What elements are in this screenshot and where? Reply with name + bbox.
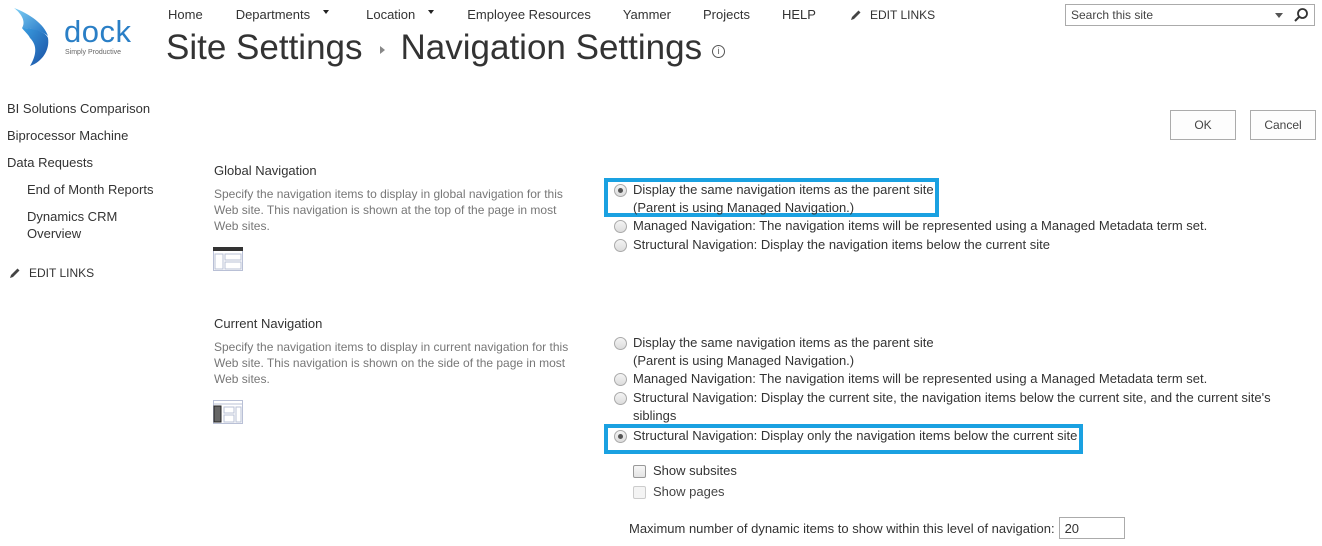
global-navigation-description: Specify the navigation items to display … [214,187,563,233]
dropdown-caret-icon[interactable] [428,9,435,14]
current-navigation-layout-icon [213,400,243,424]
leftnav-item-bi-solutions-comparison[interactable]: BI Solutions Comparison [7,100,153,127]
current-navigation-section-info: Current Navigation Specify the navigatio… [213,316,569,429]
current-navigation-description: Specify the navigation items to display … [214,340,569,386]
topnav-item-departments[interactable]: Departments [235,7,330,22]
breadcrumb-site-settings-link[interactable]: Site Settings [166,28,363,68]
topnav-item-employee-resources[interactable]: Employee Resources [467,7,591,22]
current-option-structural-below-only[interactable]: Structural Navigation: Display only the … [614,427,1077,445]
leftnav-item-biprocessor-machine[interactable]: Biprocessor Machine [7,127,153,154]
max-dynamic-items-row: Maximum number of dynamic items to show … [629,517,1125,539]
max-dynamic-items-input[interactable] [1058,517,1125,539]
topnav-label: Departments [235,7,311,22]
topnav-item-yammer[interactable]: Yammer [623,7,671,22]
topnav-item-home[interactable]: Home [168,7,203,22]
option-label: Managed Navigation: The navigation items… [633,218,1208,233]
search-icon[interactable] [1293,7,1309,23]
edit-links-label: EDIT LINKS [29,266,95,280]
option-label: Structural Navigation: Display the navig… [633,237,1050,252]
topnav-label: Projects [702,7,750,22]
edit-links-left-button[interactable]: EDIT LINKS [9,266,94,280]
global-navigation-layout-icon [213,247,243,271]
current-option-managed-navigation[interactable]: Managed Navigation: The navigation items… [614,370,1207,388]
checkbox-label: Show subsites [653,463,737,478]
option-label: Display the same navigation items as the… [633,182,934,215]
quick-launch: BI Solutions Comparison Biprocessor Mach… [7,100,153,242]
global-navigation-bar: Home Departments Location Employee Resou… [168,7,816,22]
radio-button-selected[interactable] [614,430,627,443]
radio-button[interactable] [614,239,627,252]
dropdown-caret-icon[interactable] [323,9,330,14]
info-icon[interactable]: i [712,44,726,58]
show-subsites-option[interactable]: Show subsites [633,462,737,480]
leftnav-item-end-of-month-reports[interactable]: End of Month Reports [7,181,153,208]
topnav-item-location[interactable]: Location [366,7,435,22]
pencil-icon [10,268,20,278]
breadcrumb-separator-icon [379,46,385,54]
search-input[interactable] [1066,7,1275,23]
current-option-parent-site[interactable]: Display the same navigation items as the… [614,334,934,370]
show-subsites-checkbox[interactable] [633,465,646,478]
option-label: Display the same navigation items as the… [633,335,934,368]
topnav-label: Employee Resources [467,7,591,22]
leftnav-item-data-requests[interactable]: Data Requests [7,154,153,181]
show-pages-option[interactable]: Show pages [633,483,725,501]
page-title-current: Navigation Settings [400,28,703,67]
global-option-parent-site[interactable]: Display the same navigation items as the… [614,181,934,217]
edit-links-label: EDIT LINKS [870,8,936,22]
topnav-label: HELP [781,7,816,22]
topnav-label: Location [366,7,416,22]
site-logo[interactable]: dock Simply Productive [8,6,138,68]
current-option-structural-with-siblings[interactable]: Structural Navigation: Display the curre… [614,389,1271,425]
search-box [1065,4,1315,26]
topnav-label: Yammer [622,7,671,22]
max-dynamic-items-label: Maximum number of dynamic items to show … [629,520,1055,536]
search-scope-dropdown-icon[interactable] [1275,12,1283,18]
topnav-label: Home [168,7,203,22]
option-label: Structural Navigation: Display the curre… [633,390,1271,423]
global-option-structural-navigation[interactable]: Structural Navigation: Display the navig… [614,236,1050,254]
radio-button[interactable] [614,337,627,350]
radio-button[interactable] [614,392,627,405]
show-pages-checkbox[interactable] [633,486,646,499]
global-option-managed-navigation[interactable]: Managed Navigation: The navigation items… [614,217,1207,235]
option-label: Managed Navigation: The navigation items… [633,371,1208,386]
global-navigation-title: Global Navigation [214,163,317,178]
brand-tagline: Simply Productive [65,49,122,56]
option-label: Structural Navigation: Display only the … [633,428,1078,443]
brand-name: dock [64,14,132,49]
radio-button-selected[interactable] [614,184,627,197]
checkbox-label: Show pages [653,484,725,499]
edit-links-top-button[interactable]: EDIT LINKS [850,8,935,22]
global-navigation-section-info: Global Navigation Specify the navigation… [213,163,569,276]
topnav-item-help[interactable]: HELP [782,7,816,22]
cancel-button[interactable]: Cancel [1250,110,1316,140]
topnav-item-projects[interactable]: Projects [703,7,750,22]
radio-button[interactable] [614,220,627,233]
current-navigation-title: Current Navigation [214,316,323,331]
radio-button[interactable] [614,373,627,386]
ok-button[interactable]: OK [1170,110,1236,140]
leftnav-item-dynamics-crm-overview[interactable]: Dynamics CRM Overview [7,208,137,242]
page-title: Site Settings Navigation Settings i [166,28,726,68]
pencil-icon [851,10,861,20]
dock-wing-logo-icon [14,8,49,66]
